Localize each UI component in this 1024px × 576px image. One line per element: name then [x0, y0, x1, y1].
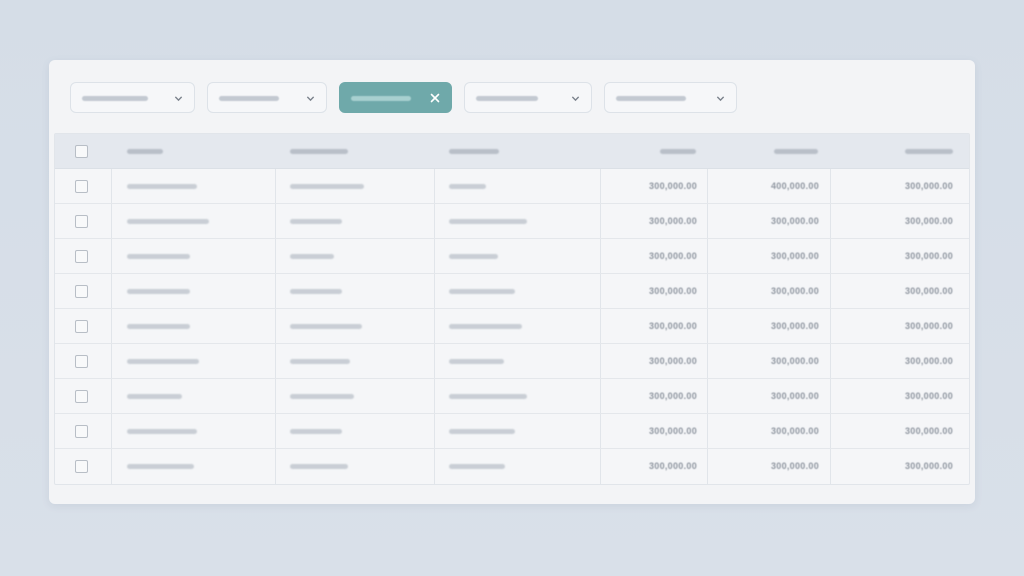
cell-placeholder	[127, 464, 194, 469]
row-checkbox[interactable]	[75, 425, 88, 438]
amount-cell: 300,000.00	[770, 426, 819, 436]
amount-cell: 300,000.00	[904, 216, 953, 226]
cell-placeholder	[449, 219, 527, 224]
amount-cell: 300,000.00	[904, 286, 953, 296]
cell-placeholder	[449, 289, 515, 294]
amount-cell: 300,000.00	[648, 181, 697, 191]
amount-cell: 300,000.00	[770, 286, 819, 296]
column-header[interactable]	[290, 149, 348, 154]
filter-label-placeholder	[351, 96, 411, 101]
chevron-down-icon	[174, 96, 183, 102]
filter-label-placeholder	[476, 96, 538, 101]
amount-cell: 300,000.00	[648, 426, 697, 436]
filter-chip-active[interactable]	[339, 82, 452, 113]
row-checkbox[interactable]	[75, 215, 88, 228]
amount-cell: 300,000.00	[770, 216, 819, 226]
data-table-panel: 300,000.00 400,000.00 300,000.00 300,000.00…	[49, 60, 975, 504]
amount-cell: 300,000.00	[648, 356, 697, 366]
row-checkbox[interactable]	[75, 285, 88, 298]
amount-cell: 300,000.00	[648, 321, 697, 331]
filter-dropdown-2[interactable]	[207, 82, 327, 113]
select-all-checkbox[interactable]	[75, 145, 88, 158]
filter-label-placeholder	[616, 96, 686, 101]
table-row[interactable]: 300,000.00 300,000.00 300,000.00	[55, 274, 969, 309]
cell-placeholder	[449, 394, 527, 399]
close-icon[interactable]	[429, 92, 441, 104]
cell-placeholder	[290, 394, 354, 399]
filter-dropdown-1[interactable]	[70, 82, 195, 113]
cell-placeholder	[127, 359, 199, 364]
amount-cell: 300,000.00	[904, 321, 953, 331]
cell-placeholder	[290, 464, 348, 469]
cell-placeholder	[290, 324, 362, 329]
chevron-down-icon	[716, 96, 725, 102]
column-header[interactable]	[127, 149, 163, 154]
amount-cell: 300,000.00	[770, 321, 819, 331]
amount-cell: 300,000.00	[648, 251, 697, 261]
cell-placeholder	[290, 429, 342, 434]
cell-placeholder	[449, 429, 515, 434]
cell-placeholder	[127, 394, 182, 399]
column-header[interactable]	[449, 149, 499, 154]
cell-placeholder	[127, 219, 209, 224]
row-checkbox[interactable]	[75, 250, 88, 263]
table-row[interactable]: 300,000.00 300,000.00 300,000.00	[55, 239, 969, 274]
filter-label-placeholder	[219, 96, 279, 101]
amount-cell: 300,000.00	[904, 391, 953, 401]
amount-cell: 300,000.00	[904, 181, 953, 191]
amount-cell: 300,000.00	[904, 251, 953, 261]
table-row[interactable]: 300,000.00 300,000.00 300,000.00	[55, 204, 969, 239]
cell-placeholder	[290, 289, 342, 294]
column-header[interactable]	[660, 149, 696, 154]
amount-cell: 300,000.00	[648, 286, 697, 296]
table-row[interactable]: 300,000.00 300,000.00 300,000.00	[55, 379, 969, 414]
cell-placeholder	[290, 219, 342, 224]
row-checkbox[interactable]	[75, 180, 88, 193]
cell-placeholder	[127, 324, 190, 329]
chevron-down-icon	[571, 96, 580, 102]
row-checkbox[interactable]	[75, 460, 88, 473]
amount-cell: 300,000.00	[648, 461, 697, 471]
cell-placeholder	[290, 359, 350, 364]
cell-placeholder	[449, 254, 498, 259]
row-checkbox[interactable]	[75, 320, 88, 333]
table-row[interactable]: 300,000.00 400,000.00 300,000.00	[55, 169, 969, 204]
amount-cell: 300,000.00	[904, 426, 953, 436]
table-header	[55, 134, 969, 169]
cell-placeholder	[127, 254, 190, 259]
cell-placeholder	[127, 289, 190, 294]
cell-placeholder	[127, 429, 197, 434]
cell-placeholder	[290, 254, 334, 259]
amount-cell: 300,000.00	[770, 391, 819, 401]
data-table: 300,000.00 400,000.00 300,000.00 300,000.00…	[54, 133, 970, 485]
amount-cell: 300,000.00	[770, 356, 819, 366]
amount-cell: 300,000.00	[648, 391, 697, 401]
column-header[interactable]	[905, 149, 953, 154]
amount-cell: 300,000.00	[904, 356, 953, 366]
column-header[interactable]	[774, 149, 818, 154]
table-row[interactable]: 300,000.00 300,000.00 300,000.00	[55, 414, 969, 449]
filter-label-placeholder	[82, 96, 148, 101]
table-row[interactable]: 300,000.00 300,000.00 300,000.00	[55, 309, 969, 344]
cell-placeholder	[449, 359, 504, 364]
table-row[interactable]: 300,000.00 300,000.00 300,000.00	[55, 449, 969, 484]
amount-cell: 300,000.00	[648, 216, 697, 226]
amount-cell: 300,000.00	[904, 461, 953, 471]
amount-cell: 300,000.00	[770, 251, 819, 261]
row-checkbox[interactable]	[75, 355, 88, 368]
cell-placeholder	[449, 324, 522, 329]
table-row[interactable]: 300,000.00 300,000.00 300,000.00	[55, 344, 969, 379]
amount-cell: 300,000.00	[770, 461, 819, 471]
row-checkbox[interactable]	[75, 390, 88, 403]
cell-placeholder	[449, 464, 505, 469]
cell-placeholder	[127, 184, 197, 189]
chevron-down-icon	[306, 96, 315, 102]
amount-cell: 400,000.00	[770, 181, 819, 191]
cell-placeholder	[449, 184, 486, 189]
cell-placeholder	[290, 184, 364, 189]
filter-dropdown-3[interactable]	[464, 82, 592, 113]
filter-dropdown-4[interactable]	[604, 82, 737, 113]
